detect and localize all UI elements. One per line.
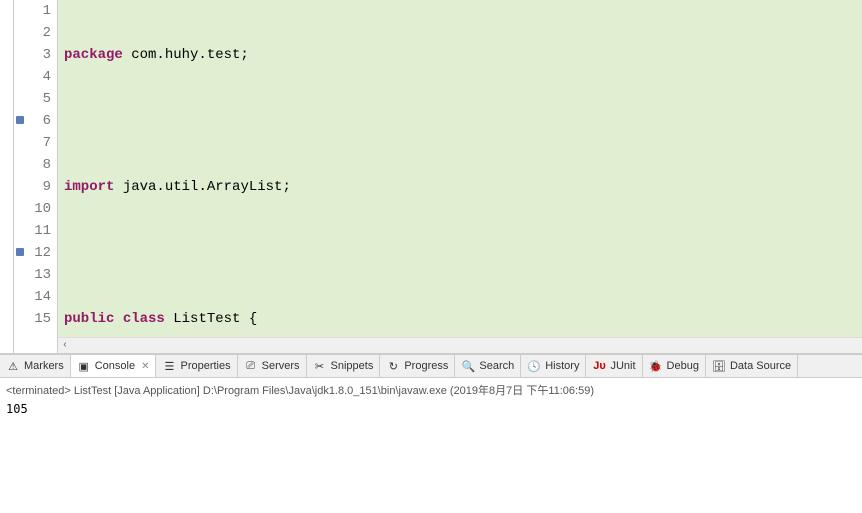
tab-snippets[interactable]: ✂Snippets — [307, 355, 381, 377]
code-line[interactable]: public class ListTest { — [64, 308, 862, 330]
junit-icon: Jᴜ — [592, 359, 606, 373]
line-number: 15 — [14, 308, 51, 330]
tab-properties[interactable]: ☰Properties — [156, 355, 237, 377]
line-number: 3 — [14, 44, 51, 66]
line-number-gutter: 1 2 3 4 5 6 7 8 9 10 11 12 13 14 15 — [14, 0, 58, 353]
console-process-label: <terminated> ListTest [Java Application]… — [0, 378, 862, 400]
line-number: 10 — [14, 198, 51, 220]
debug-icon: 🐞 — [649, 359, 663, 373]
line-number: 8 — [14, 154, 51, 176]
history-icon: 🕓 — [527, 359, 541, 373]
line-number: 13 — [14, 264, 51, 286]
override-marker-icon — [16, 116, 24, 124]
tab-progress[interactable]: ↻Progress — [380, 355, 455, 377]
code-line[interactable]: package com.huhy.test; — [64, 44, 862, 66]
line-number: 7 — [14, 132, 51, 154]
views-tab-bar: ⚠Markers ▣Console✕ ☰Properties ⎚Servers … — [0, 354, 862, 378]
line-number: 11 — [14, 220, 51, 242]
line-number: 12 — [14, 242, 51, 264]
search-icon: 🔍 — [461, 359, 475, 373]
code-content[interactable]: package com.huhy.test; import java.util.… — [58, 0, 862, 353]
tab-search[interactable]: 🔍Search — [455, 355, 521, 377]
markers-icon: ⚠ — [6, 359, 20, 373]
close-icon[interactable]: ✕ — [141, 361, 149, 372]
line-number: 4 — [14, 66, 51, 88]
horizontal-scrollbar[interactable]: ‹ — [58, 337, 862, 353]
scroll-left-icon[interactable]: ‹ — [62, 340, 68, 351]
properties-icon: ☰ — [162, 359, 176, 373]
console-icon: ▣ — [77, 359, 91, 373]
tab-console[interactable]: ▣Console✕ — [71, 355, 157, 377]
line-number: 9 — [14, 176, 51, 198]
line-number: 2 — [14, 22, 51, 44]
code-line[interactable] — [64, 242, 862, 264]
line-number: 1 — [14, 0, 51, 22]
override-marker-icon — [16, 248, 24, 256]
code-line[interactable]: import java.util.ArrayList; — [64, 176, 862, 198]
line-number: 5 — [14, 88, 51, 110]
code-line[interactable] — [64, 110, 862, 132]
progress-icon: ↻ — [386, 359, 400, 373]
tab-debug[interactable]: 🐞Debug — [643, 355, 706, 377]
console-output[interactable]: 105 — [0, 400, 862, 418]
tab-history[interactable]: 🕓History — [521, 355, 586, 377]
line-number: 14 — [14, 286, 51, 308]
data-source-icon: 🗄 — [712, 359, 726, 373]
tab-markers[interactable]: ⚠Markers — [0, 355, 71, 377]
code-editor[interactable]: 1 2 3 4 5 6 7 8 9 10 11 12 13 14 15 pack… — [0, 0, 862, 354]
snippets-icon: ✂ — [313, 359, 327, 373]
servers-icon: ⎚ — [244, 359, 258, 373]
line-number: 6 — [14, 110, 51, 132]
console-view: <terminated> ListTest [Java Application]… — [0, 378, 862, 418]
tab-data-source[interactable]: 🗄Data Source — [706, 355, 798, 377]
tab-servers[interactable]: ⎚Servers — [238, 355, 307, 377]
tab-junit[interactable]: JᴜJUnit — [586, 355, 642, 377]
ruler-margin — [0, 0, 14, 353]
